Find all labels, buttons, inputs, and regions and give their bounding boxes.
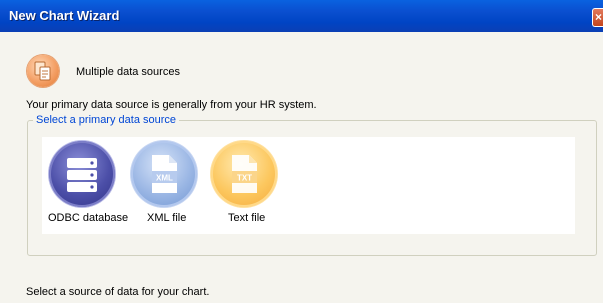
description-text: Your primary data source is generally fr… xyxy=(26,99,317,111)
multiple-data-sources-icon xyxy=(27,55,59,87)
title-bar[interactable]: New Chart Wizard × xyxy=(0,0,603,32)
footer-instruction: Select a source of data for your chart. xyxy=(26,286,210,298)
source-label-text: Text file xyxy=(228,212,266,224)
source-label-xml: XML file xyxy=(147,212,187,224)
xml-badge: XML xyxy=(156,174,173,183)
xml-file-icon[interactable]: XML xyxy=(131,141,197,207)
close-icon: × xyxy=(595,10,603,24)
wizard-window: New Chart Wizard × Multiple data sources… xyxy=(0,0,603,303)
txt-badge: TXT xyxy=(237,174,252,183)
window-title: New Chart Wizard xyxy=(9,8,120,23)
header-title: Multiple data sources xyxy=(76,66,180,78)
close-button[interactable]: × xyxy=(592,8,603,27)
text-file-icon[interactable]: TXT xyxy=(211,141,277,207)
group-legend: Select a primary data source xyxy=(33,114,180,126)
database-icon[interactable] xyxy=(49,141,115,207)
source-label-odbc: ODBC database xyxy=(48,212,129,224)
